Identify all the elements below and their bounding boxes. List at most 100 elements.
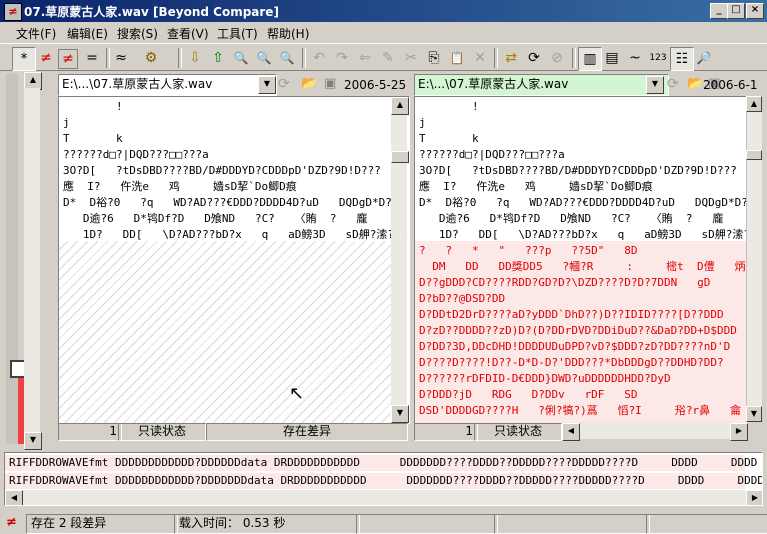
right-line: 1D? DD[ \D?AD???bD?x q aD鳑3D sD舺?溹??K bbox=[419, 228, 748, 241]
right-scroll-thumb[interactable] bbox=[746, 150, 762, 160]
refresh-icon[interactable]: ⟳ bbox=[523, 47, 545, 69]
left-vertical-scrollbar[interactable] bbox=[391, 97, 407, 423]
left-line: T k bbox=[63, 132, 123, 145]
detail-horizontal-scrollbar[interactable]: ◀ ▶ bbox=[5, 490, 762, 505]
right-diff-line: DM DD DD獎DD5 ?幗?R : 樒t D僼 炳u bbox=[419, 260, 748, 273]
right-diff-line: D?zD??DDDD??zD)D?(D?DDrDVD?DDiDuD??&DaD?… bbox=[419, 324, 737, 337]
zoom-icon[interactable]: 🔎 bbox=[693, 47, 715, 69]
edit-icon[interactable]: ✎ bbox=[377, 47, 399, 69]
right-line: 應 I? 仵洗e 鸡 嫱sD挈`Do鲫D痕 bbox=[419, 180, 653, 193]
maximize-button[interactable]: □ bbox=[727, 3, 745, 19]
left-refresh-icon[interactable]: ⟳ bbox=[278, 76, 290, 92]
right-scroll-down-icon[interactable]: ▼ bbox=[746, 406, 762, 422]
right-diff-line: D?bD??@DSD?DD bbox=[419, 292, 506, 305]
thumbnail-track bbox=[6, 74, 18, 444]
detail-scroll-right-icon[interactable]: ▶ bbox=[746, 490, 762, 505]
right-diff-line: D?DD?3D,DDcDHD!DDDDUDuDPD?vD?$DDD?zD?DD?… bbox=[419, 340, 731, 353]
left-line: 3O?D[ ?tDsDBD????BD/D#DDDYD?CDDDpD'DZD?9… bbox=[63, 164, 381, 177]
delete-icon[interactable]: ✕ bbox=[469, 47, 491, 69]
find-icon[interactable]: 🔍 bbox=[230, 47, 252, 69]
redo-icon[interactable]: ↷ bbox=[331, 47, 353, 69]
status-panel-empty bbox=[646, 514, 767, 534]
right-diff-line: D??gDDD?CD????RDD?GD?D?\DZD????D?D?7DDN … bbox=[419, 276, 711, 289]
menu-view[interactable]: 查看(V) bbox=[167, 25, 209, 42]
menu-search[interactable]: 搜索(S) bbox=[117, 25, 158, 42]
title-bar[interactable]: ≠ 07.草原蒙古人家.wav [Beyond Compare] _ □ × bbox=[0, 0, 767, 22]
find-prev-icon[interactable]: 🔍 bbox=[276, 47, 298, 69]
right-diff-line: ? ? * " ???p ??5D" 8D bbox=[419, 244, 638, 257]
diffs-icon[interactable]: ≠ bbox=[35, 47, 57, 69]
menu-edit[interactable]: 编辑(E) bbox=[67, 25, 108, 42]
right-diff-line: D??????rDFDID-D€DDD}DWD?uDDDDDDHDD?DyD bbox=[419, 372, 671, 385]
prev-diff-icon[interactable]: ⇧ bbox=[207, 47, 229, 69]
minimize-button[interactable]: _ bbox=[710, 3, 728, 19]
horizontal-layout-icon[interactable]: ▤ bbox=[601, 47, 623, 69]
undo-icon[interactable]: ↶ bbox=[308, 47, 330, 69]
left-line: ??????d□?|DQD???□□???a bbox=[63, 148, 209, 161]
thumbnail-scroll-track[interactable] bbox=[24, 88, 40, 432]
right-line: T k bbox=[419, 132, 479, 145]
left-diff-status: 存在差异 bbox=[206, 423, 408, 441]
right-scroll-up-icon[interactable]: ▲ bbox=[746, 96, 762, 112]
right-line: D* D裕?0 ?q WD?AD???€DDD?DDDD4D?uD DQDgD*… bbox=[419, 196, 748, 209]
left-path-dropdown-icon[interactable]: ▼ bbox=[258, 76, 276, 94]
toolbar-separator bbox=[572, 48, 576, 68]
left-missing-lines-area bbox=[59, 241, 391, 423]
swap-icon[interactable]: ⇄ bbox=[500, 47, 522, 69]
vertical-layout-icon[interactable]: ▥ bbox=[578, 47, 602, 71]
scroll-down-icon[interactable]: ▼ bbox=[24, 432, 42, 450]
thumbnail-overview[interactable]: ▲ ▼ bbox=[4, 72, 42, 450]
paste-icon[interactable]: 📋 bbox=[446, 47, 468, 69]
cut-icon[interactable]: ✂ bbox=[400, 47, 422, 69]
detail-right-line: RIFFDDROWAVEfmt DDDDDDDDDDDD?DDDDDDDdata… bbox=[9, 474, 763, 487]
details-icon[interactable]: ☷ bbox=[670, 47, 694, 71]
right-horizontal-scrollbar[interactable]: ◀ ▶ bbox=[562, 423, 748, 441]
stop-icon[interactable]: ⊘ bbox=[546, 47, 568, 69]
left-scroll-down-icon[interactable]: ▼ bbox=[391, 405, 409, 423]
equal-icon[interactable]: = bbox=[81, 47, 103, 69]
right-line: 3O?D[ ?tDsDBD????BD/D#DDDYD?CDDDpD'DZD?9… bbox=[419, 164, 737, 177]
rules-icon[interactable]: ⚙ bbox=[140, 47, 162, 69]
menu-tools[interactable]: 工具(T) bbox=[217, 25, 258, 42]
right-path-dropdown-icon[interactable]: ▼ bbox=[646, 76, 664, 94]
left-path-field[interactable]: E:\...\07.草原蒙古人家.wav bbox=[58, 74, 277, 96]
hex-icon[interactable]: 123 bbox=[647, 47, 669, 69]
detail-scroll-left-icon[interactable]: ◀ bbox=[5, 490, 23, 505]
mouse-cursor-icon: ↖ bbox=[289, 383, 305, 404]
left-line: 1D? DD[ \D?AD???bD?x q aD鳑3D sD舺?溹??K bbox=[63, 228, 408, 241]
status-panel-empty bbox=[356, 514, 498, 534]
left-open-folder-icon[interactable]: 📂 bbox=[301, 76, 317, 91]
right-vertical-scrollbar[interactable] bbox=[746, 96, 762, 422]
copy-icon[interactable]: ⎘ bbox=[423, 47, 445, 69]
find-next-icon[interactable]: 🔍 bbox=[253, 47, 275, 69]
left-scroll-thumb[interactable] bbox=[391, 151, 409, 163]
right-scroll-right-icon[interactable]: ▶ bbox=[730, 423, 748, 441]
all-files-icon[interactable]: * bbox=[12, 47, 36, 71]
right-diff-line: D????D????!D??-D*D-D?'DDD???*DbDDDgD??DD… bbox=[419, 356, 724, 369]
right-refresh-icon[interactable]: ⟳ bbox=[667, 76, 679, 92]
line-detail-panel[interactable]: RIFFDDROWAVEfmt DDDDDDDDDDDD?DDDDDDdata … bbox=[4, 452, 763, 506]
left-save-icon[interactable]: ▣ bbox=[324, 76, 336, 91]
menu-help[interactable]: 帮助(H) bbox=[267, 25, 309, 42]
right-line: D逾?6 D*鸨Df?D D飧ND ?C? 〈賄 ? 龐 龘 bbox=[419, 212, 748, 225]
toolbar: * ≠ ≠ = ≈ ⚙ ⇩ ⇧ 🔍 🔍 🔍 ↶ ↷ ⇐ ✎ ✂ ⎘ 📋 ✕ ⇄ … bbox=[0, 43, 767, 71]
next-diff-icon[interactable]: ⇩ bbox=[184, 47, 206, 69]
right-text-pane[interactable]: ! j T k ??????d□?|DQD???□□???a 3O?D[ ?tD… bbox=[414, 96, 748, 424]
not-equal-icon[interactable]: ≠ bbox=[58, 49, 78, 69]
close-button[interactable]: × bbox=[746, 3, 764, 19]
right-path-field[interactable]: E:\...\07.草原蒙古人家.wav bbox=[414, 74, 669, 96]
menu-file[interactable]: 文件(F) bbox=[16, 25, 56, 42]
diff-count-status: 存在 2 段差异 bbox=[26, 514, 178, 534]
right-open-folder-icon[interactable]: 📂 bbox=[687, 76, 703, 91]
back-icon[interactable]: ⇐ bbox=[354, 47, 376, 69]
approx-icon[interactable]: ≈ bbox=[110, 47, 132, 69]
status-bar: ≠ 存在 2 段差异 载入时间： 0.53 秒 bbox=[0, 512, 767, 534]
menu-bar: 文件(F) 编辑(E) 搜索(S) 查看(V) 工具(T) 帮助(H) bbox=[0, 22, 767, 42]
right-line: j bbox=[419, 116, 426, 129]
right-scroll-left-icon[interactable]: ◀ bbox=[562, 423, 580, 441]
left-text-pane[interactable]: ! j T k ??????d□?|DQD???□□???a 3O?D[ ?tD… bbox=[58, 96, 410, 424]
tilde-icon[interactable]: ~ bbox=[624, 47, 646, 69]
right-line: ! bbox=[419, 100, 479, 113]
left-scroll-up-icon[interactable]: ▲ bbox=[391, 97, 409, 115]
toolbar-separator bbox=[494, 48, 498, 68]
